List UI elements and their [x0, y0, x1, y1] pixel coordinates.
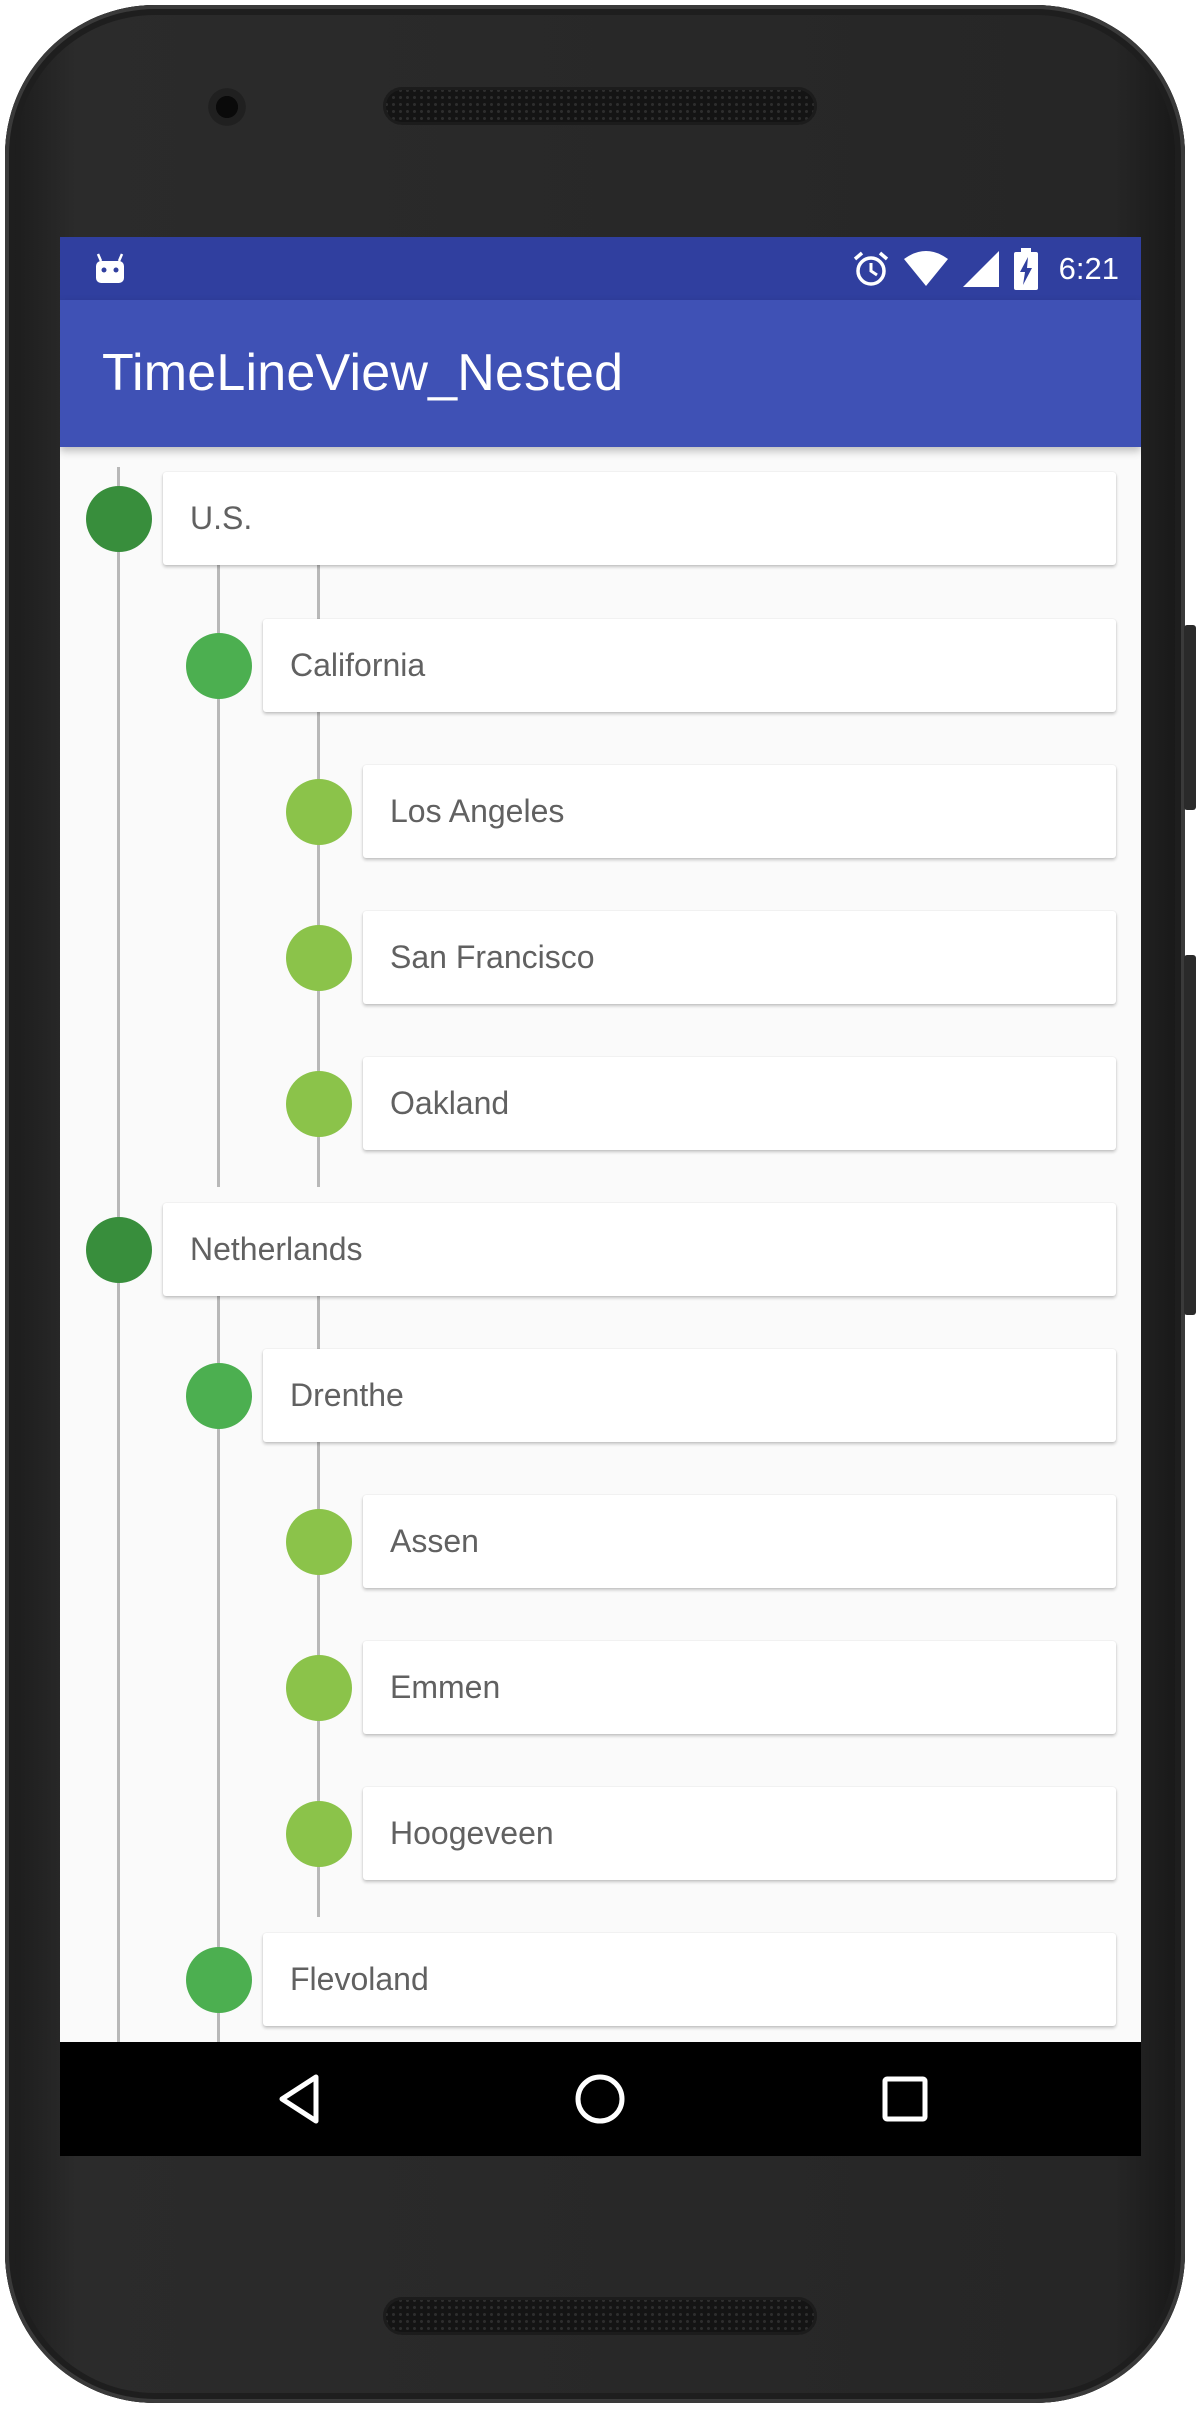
- android-notification-icon: [96, 253, 124, 283]
- volume-button[interactable]: [1184, 955, 1196, 1315]
- timeline-card[interactable]: U.S.: [163, 472, 1116, 565]
- timeline-item[interactable]: California: [60, 619, 1141, 714]
- item-label: Oakland: [390, 1085, 510, 1121]
- item-label: U.S.: [190, 500, 253, 536]
- home-icon[interactable]: [570, 2069, 630, 2129]
- timeline-item[interactable]: Drenthe: [60, 1349, 1141, 1444]
- timeline-node: [286, 1801, 352, 1867]
- alarm-icon: [853, 251, 888, 286]
- app-bar: TimeLineView_Nested: [60, 300, 1141, 447]
- timeline-card[interactable]: Flevoland: [263, 1933, 1116, 2026]
- power-button[interactable]: [1184, 625, 1196, 810]
- status-bar: 6:21: [60, 237, 1141, 300]
- item-label: Emmen: [390, 1669, 501, 1705]
- cell-signal-icon: [962, 251, 999, 287]
- timeline-item[interactable]: Assen: [60, 1495, 1141, 1590]
- item-label: Hoogeveen: [390, 1815, 554, 1851]
- timeline-card[interactable]: California: [263, 619, 1116, 712]
- timeline-card[interactable]: Drenthe: [263, 1349, 1116, 1442]
- item-label: Netherlands: [190, 1231, 363, 1267]
- back-icon[interactable]: [270, 2069, 330, 2129]
- item-label: California: [290, 647, 426, 683]
- timeline-item[interactable]: U.S.: [60, 472, 1141, 567]
- item-label: Assen: [390, 1523, 479, 1559]
- timeline-card[interactable]: Los Angeles: [363, 765, 1116, 858]
- timeline-card[interactable]: San Francisco: [363, 911, 1116, 1004]
- timeline-card[interactable]: Hoogeveen: [363, 1787, 1116, 1880]
- navigation-bar: [60, 2042, 1141, 2156]
- timeline-card[interactable]: Emmen: [363, 1641, 1116, 1734]
- timeline-node: [86, 1217, 152, 1283]
- timeline-node: [186, 1947, 252, 2013]
- item-label: Los Angeles: [390, 793, 565, 829]
- item-label: Flevoland: [290, 1961, 429, 1997]
- timeline-node: [186, 1363, 252, 1429]
- timeline-item[interactable]: San Francisco: [60, 911, 1141, 1006]
- earpiece-speaker: [383, 87, 817, 125]
- timeline-node: [286, 1071, 352, 1137]
- timeline-card[interactable]: Assen: [363, 1495, 1116, 1588]
- timeline-node: [286, 779, 352, 845]
- front-camera: [205, 85, 249, 129]
- app-title: TimeLineView_Nested: [102, 344, 624, 402]
- timeline-item[interactable]: Netherlands: [60, 1203, 1141, 1298]
- timeline-list[interactable]: U.S. California Los Angeles San Francisc…: [60, 447, 1141, 2042]
- wifi-icon: [903, 251, 948, 286]
- timeline-item[interactable]: Emmen: [60, 1641, 1141, 1736]
- timeline-node: [286, 1655, 352, 1721]
- timeline-card[interactable]: Oakland: [363, 1057, 1116, 1150]
- recents-icon[interactable]: [875, 2069, 935, 2129]
- timeline-item[interactable]: Flevoland: [60, 1933, 1141, 2028]
- status-time: 6:21: [1058, 251, 1119, 286]
- item-label: San Francisco: [390, 939, 595, 975]
- timeline-node: [286, 925, 352, 991]
- bottom-speaker: [383, 2297, 817, 2335]
- timeline-node: [186, 633, 252, 699]
- timeline-item[interactable]: Oakland: [60, 1057, 1141, 1152]
- timeline-node: [286, 1509, 352, 1575]
- timeline-item[interactable]: Hoogeveen: [60, 1787, 1141, 1882]
- timeline-item[interactable]: Los Angeles: [60, 765, 1141, 860]
- phone-frame: 6:21 TimeLineView_Nested U.S. California…: [5, 5, 1185, 2403]
- battery-charging-icon: [1013, 248, 1038, 290]
- timeline-node: [86, 486, 152, 552]
- item-label: Drenthe: [290, 1377, 404, 1413]
- screen: 6:21 TimeLineView_Nested U.S. California…: [60, 237, 1141, 2156]
- timeline-card[interactable]: Netherlands: [163, 1203, 1116, 1296]
